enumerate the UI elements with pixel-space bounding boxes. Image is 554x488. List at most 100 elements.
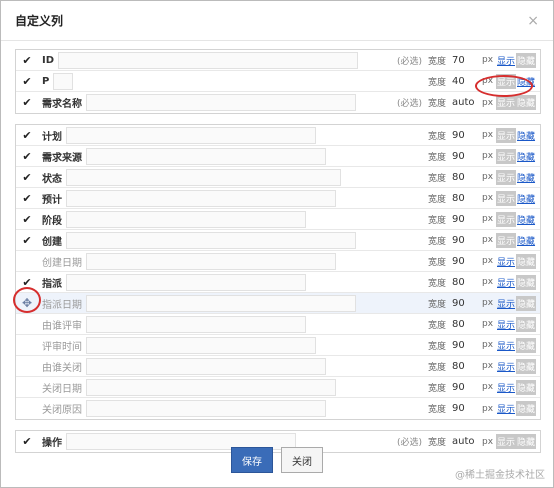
column-row[interactable]: ✥ 指派日期 宽度 90 px 显示 隐藏 — [16, 293, 540, 314]
show-link[interactable]: 显示 — [496, 359, 516, 374]
check-icon[interactable]: ✔ — [16, 213, 38, 226]
check-icon[interactable]: ✔ — [16, 75, 38, 88]
required-label: (必选) — [396, 56, 422, 67]
column-row[interactable]: ✔ 计划 宽度 90 px 显示 隐藏 — [16, 125, 540, 146]
column-name-field[interactable] — [86, 400, 326, 417]
column-name-field[interactable] — [66, 210, 306, 228]
px-unit: px — [482, 151, 494, 161]
save-button[interactable]: 保存 — [231, 447, 273, 473]
check-icon[interactable]: ✔ — [16, 171, 38, 184]
width-value[interactable]: 90 — [452, 256, 478, 267]
column-row[interactable]: ✔ 指派 宽度 80 px 显示 隐藏 — [16, 272, 540, 293]
column-row[interactable]: ✔ 创建 宽度 90 px 显示 隐藏 — [16, 230, 540, 251]
show-link[interactable]: 显示 — [496, 401, 516, 416]
show-link[interactable]: 显示 — [496, 317, 516, 332]
visibility-toggle: 显示 隐藏 — [496, 337, 538, 353]
width-value[interactable]: 80 — [452, 172, 478, 183]
column-name-field[interactable] — [66, 273, 306, 291]
column-name: 关闭原因 — [42, 405, 82, 416]
column-row[interactable]: ✔ P 宽度 40 px 显示 隐藏 — [16, 71, 540, 92]
show-link[interactable]: 显示 — [496, 254, 516, 269]
width-value[interactable]: 80 — [452, 277, 478, 288]
column-name-wrap: 创建 — [38, 231, 356, 249]
show-link: 显示 — [496, 190, 517, 206]
column-name-field[interactable] — [66, 231, 356, 249]
column-row[interactable]: 由谁关闭 宽度 80 px 显示 隐藏 — [16, 356, 540, 377]
hide-link[interactable]: 隐藏 — [516, 191, 536, 206]
column-name-field[interactable] — [66, 168, 341, 186]
column-name-wrap: 评审时间 — [38, 336, 316, 354]
column-row[interactable]: 由谁评审 宽度 80 px 显示 隐藏 — [16, 314, 540, 335]
column-name-field[interactable] — [86, 315, 306, 333]
column-name-wrap: 由谁关闭 — [38, 357, 326, 375]
width-value[interactable]: 90 — [452, 340, 478, 351]
hide-link[interactable]: 隐藏 — [516, 212, 536, 227]
column-row[interactable]: ✔ 预计 宽度 80 px 显示 隐藏 — [16, 188, 540, 209]
width-value[interactable]: 90 — [452, 403, 478, 414]
column-row[interactable]: 关闭原因 宽度 90 px 显示 隐藏 — [16, 398, 540, 419]
width-value[interactable]: 90 — [452, 130, 478, 141]
width-value[interactable]: 70 — [452, 55, 478, 66]
column-name-field[interactable] — [86, 378, 336, 396]
check-icon[interactable]: ✔ — [16, 234, 38, 247]
dialog-header: 自定义列 × — [1, 1, 553, 41]
column-name-field[interactable] — [86, 336, 316, 354]
width-value[interactable]: 80 — [452, 319, 478, 330]
width-label: 宽度 — [427, 257, 446, 268]
width-value[interactable]: auto — [452, 97, 478, 108]
close-button[interactable]: 关闭 — [281, 447, 323, 473]
width-value[interactable]: 90 — [452, 298, 478, 309]
width-label: 宽度 — [427, 215, 446, 226]
column-name: 创建日期 — [42, 257, 82, 269]
show-link: 显示 — [496, 211, 517, 227]
show-link[interactable]: 显示 — [496, 296, 516, 311]
column-row[interactable]: ✔ 需求名称 (必选) 宽度 auto px 显示 隐藏 — [16, 92, 540, 113]
column-name-field[interactable] — [66, 189, 336, 207]
width-value[interactable]: 90 — [452, 382, 478, 393]
column-name-field[interactable] — [86, 147, 326, 165]
px-unit: px — [482, 382, 494, 392]
show-link[interactable]: 显示 — [496, 338, 516, 353]
column-name-wrap: ID — [38, 51, 359, 69]
column-row[interactable]: 创建日期 宽度 90 px 显示 隐藏 — [16, 251, 540, 272]
width-value[interactable]: 80 — [452, 193, 478, 204]
px-unit: px — [482, 361, 494, 371]
hide-link[interactable]: 隐藏 — [516, 128, 536, 143]
check-icon[interactable]: ✔ — [16, 192, 38, 205]
close-icon[interactable]: × — [527, 13, 539, 29]
check-icon[interactable]: ✔ — [16, 54, 38, 67]
show-link[interactable]: 显示 — [496, 53, 516, 68]
column-name-field[interactable] — [86, 294, 356, 312]
column-name-field[interactable] — [86, 94, 356, 111]
column-name-wrap: 由谁评审 — [38, 315, 306, 333]
column-name-field[interactable] — [53, 72, 74, 90]
check-icon[interactable]: ✔ — [16, 96, 38, 109]
show-link[interactable]: 显示 — [496, 380, 516, 395]
column-name-field[interactable] — [58, 51, 359, 69]
column-row[interactable]: ✔ 需求来源 宽度 90 px 显示 隐藏 — [16, 146, 540, 167]
column-name-field[interactable] — [86, 252, 336, 270]
column-row[interactable]: ✔ ID (必选) 宽度 70 px 显示 隐藏 — [16, 50, 540, 71]
width-value[interactable]: 90 — [452, 151, 478, 162]
column-name-wrap: 需求名称 — [38, 94, 356, 111]
width-value[interactable]: 90 — [452, 214, 478, 225]
width-value[interactable]: 90 — [452, 235, 478, 246]
hide-link[interactable]: 隐藏 — [516, 233, 536, 248]
column-row[interactable]: ✔ 阶段 宽度 90 px 显示 隐藏 — [16, 209, 540, 230]
column-row[interactable]: ✔ 状态 宽度 80 px 显示 隐藏 — [16, 167, 540, 188]
width-value[interactable]: 80 — [452, 361, 478, 372]
hide-link: 隐藏 — [516, 379, 537, 395]
column-name-wrap: 计划 — [38, 126, 316, 144]
check-icon[interactable]: ✔ — [16, 129, 38, 142]
column-name-field[interactable] — [66, 126, 316, 144]
width-label: 宽度 — [427, 173, 446, 184]
width-value[interactable]: auto — [452, 436, 478, 447]
px-unit: px — [482, 97, 494, 108]
check-icon[interactable]: ✔ — [16, 150, 38, 163]
column-row[interactable]: 评审时间 宽度 90 px 显示 隐藏 — [16, 335, 540, 356]
column-name-field[interactable] — [86, 357, 326, 375]
hide-link[interactable]: 隐藏 — [516, 170, 536, 185]
hide-link[interactable]: 隐藏 — [516, 149, 536, 164]
show-link[interactable]: 显示 — [496, 275, 516, 290]
column-row[interactable]: 关闭日期 宽度 90 px 显示 隐藏 — [16, 377, 540, 398]
